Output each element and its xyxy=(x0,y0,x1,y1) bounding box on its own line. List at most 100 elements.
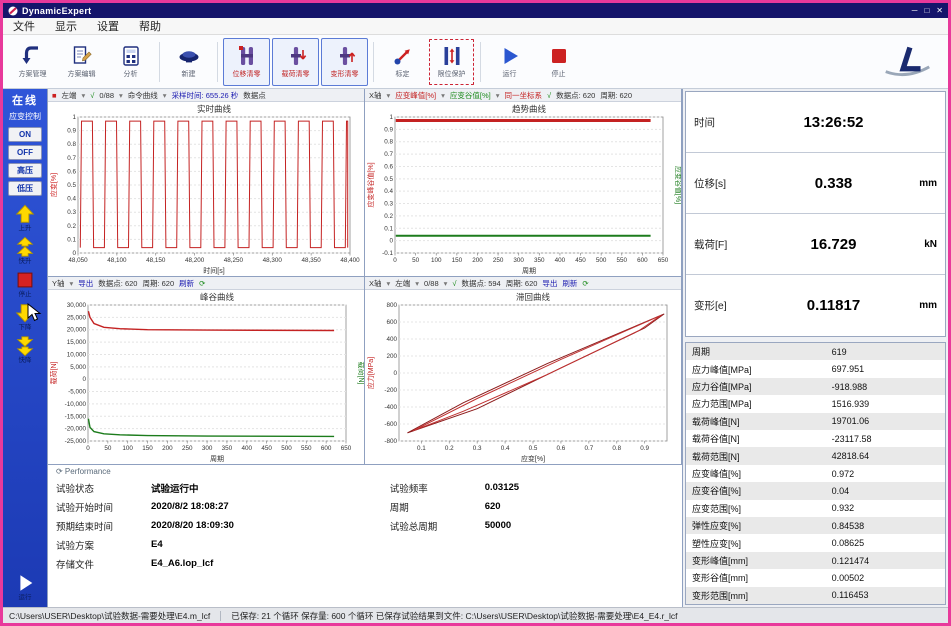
new-label: 新建 xyxy=(182,69,196,79)
strain-zero-button[interactable]: 变形清零 xyxy=(321,38,368,86)
jog-halt-button[interactable]: 停止 xyxy=(14,269,36,298)
menu-item-view[interactable]: 显示 xyxy=(55,18,77,34)
scheme-manage-icon xyxy=(21,44,45,68)
close-button[interactable]: ✕ xyxy=(936,6,943,15)
perf-label: 试验状态 xyxy=(56,481,151,495)
jog-start-button[interactable]: 运行 xyxy=(14,572,36,601)
calibrate-button[interactable]: 标定 xyxy=(379,38,426,86)
chart-realtime-header-item[interactable]: 命令曲线 xyxy=(128,90,158,101)
sidebar-button-hp[interactable]: 高压 xyxy=(8,163,42,178)
result-row: 变形谷值[mm]0.00502 xyxy=(686,569,945,586)
stop-button[interactable]: 停止 xyxy=(535,38,582,86)
limit-protect-button[interactable]: 限位保护 xyxy=(428,38,475,86)
performance-header: ⟳ Performance xyxy=(56,467,674,476)
chart-hysteresis-header-item[interactable]: ▾ xyxy=(387,279,391,288)
disp-zero-label: 位移清零 xyxy=(233,69,261,79)
strain-zero-icon xyxy=(333,44,357,68)
chart-trend-header-item[interactable]: X轴 xyxy=(369,90,382,101)
perf-value: E4_A6.lop_lcf xyxy=(151,558,213,569)
scheme-edit-button[interactable]: 方案编辑 xyxy=(58,38,105,86)
chart-hysteresis-header-item[interactable]: 刷新 xyxy=(562,278,577,289)
svg-text:-400: -400 xyxy=(384,404,397,411)
perf-label: 预期结束时间 xyxy=(56,519,151,533)
result-row: 载荷峰值[N]19701.06 xyxy=(686,413,945,430)
result-name: 载荷范围[N] xyxy=(692,450,832,463)
menu-item-settings[interactable]: 设置 xyxy=(97,18,119,34)
disp-zero-button[interactable]: 位移清零 xyxy=(223,38,270,86)
chart-hysteresis-header-item[interactable]: 左端 xyxy=(395,278,410,289)
chart-hysteresis-header-item[interactable]: X轴 xyxy=(369,278,382,289)
jog-up-fast-button[interactable]: 快升 xyxy=(14,236,36,265)
chart-trend: X轴▾应变峰值[%]▾应变谷值[%]▾同一坐标系√数据点: 620周期: 620… xyxy=(365,89,682,277)
svg-text:0.3: 0.3 xyxy=(384,201,393,208)
chart-realtime-header-item[interactable]: 0/88 xyxy=(99,91,114,100)
chart-trend-header-item[interactable]: ▾ xyxy=(441,91,445,100)
chart-realtime-header-item[interactable]: ▾ xyxy=(82,91,86,100)
svg-text:48,200: 48,200 xyxy=(185,257,205,264)
svg-text:1: 1 xyxy=(389,114,393,121)
chart-hysteresis-header-item[interactable]: 导出 xyxy=(542,278,557,289)
chart-trend-header-item[interactable]: 应变峰值[%] xyxy=(395,90,436,101)
svg-text:载荷[N]: 载荷[N] xyxy=(357,362,364,385)
run-button[interactable]: 运行 xyxy=(486,38,533,86)
result-value: 42818.64 xyxy=(832,451,939,461)
new-button[interactable]: 新建 xyxy=(165,38,212,86)
svg-text:0.8: 0.8 xyxy=(384,139,393,146)
result-row: 应力范围[MPa]1516.939 xyxy=(686,395,945,412)
down-fast-icon xyxy=(14,335,36,357)
chart-trend-header-item[interactable]: ▾ xyxy=(496,91,500,100)
result-name: 应力谷值[MPa] xyxy=(692,380,832,393)
result-value: 0.04 xyxy=(832,486,939,496)
jog-up-button[interactable]: 上升 xyxy=(14,203,36,232)
jog-down-fast-button[interactable]: 快降 xyxy=(14,335,36,364)
chart-peak-valley-plot: 30,00025,00020,00015,00010,0005,0000-5,0… xyxy=(48,290,364,464)
chart-peak-valley-header-item[interactable]: ⟳ xyxy=(199,279,205,288)
chart-realtime-plot: 00.10.20.30.40.50.60.70.80.9148,05048,10… xyxy=(48,102,364,276)
svg-text:应变峰谷值[%]: 应变峰谷值[%] xyxy=(366,162,375,207)
chart-realtime-header-item[interactable]: ▾ xyxy=(119,91,123,100)
svg-text:100: 100 xyxy=(431,257,442,264)
chart-trend-header-item[interactable]: √ xyxy=(547,91,551,100)
chart-trend-header-item[interactable]: 应变谷值[%] xyxy=(450,90,491,101)
svg-text:0: 0 xyxy=(389,238,393,245)
chart-hysteresis-header-item[interactable]: ▾ xyxy=(444,279,448,288)
svg-text:0.2: 0.2 xyxy=(384,213,393,220)
chart-hysteresis-header-item[interactable]: 0/88 xyxy=(424,279,439,288)
chart-hysteresis-header-item[interactable]: ⟳ xyxy=(582,279,588,288)
sidebar-button-lp[interactable]: 低压 xyxy=(8,181,42,196)
perf-value: 0.03125 xyxy=(485,482,519,493)
result-row: 载荷范围[N]42818.64 xyxy=(686,447,945,464)
minimize-button[interactable]: ─ xyxy=(912,6,918,15)
jog-start-label: 运行 xyxy=(19,594,32,601)
menu-item-file[interactable]: 文件 xyxy=(13,18,35,34)
chart-realtime-header-item[interactable]: ▾ xyxy=(163,91,167,100)
perf-label: 周期 xyxy=(390,500,485,514)
result-value: -23117.58 xyxy=(832,434,939,444)
limit-protect-label: 限位保护 xyxy=(438,69,466,79)
chart-trend-header-item[interactable]: ▾ xyxy=(387,91,391,100)
perf-value: 试验运行中 xyxy=(151,481,199,495)
live-readouts: 时间13:26:52位移[s]0.338mm载荷[F]16.729kN变形[e]… xyxy=(685,91,946,337)
chart-hysteresis-header-item[interactable]: √ xyxy=(452,279,456,288)
main-area: ■左端▾√0/88▾命令曲线▾采样时间: 655.26 秒数据点00.10.20… xyxy=(47,89,682,607)
chart-peak-valley-header-item[interactable]: 导出 xyxy=(78,278,93,289)
result-value: 0.08625 xyxy=(832,538,939,548)
chart-realtime-header-item[interactable]: √ xyxy=(90,91,94,100)
app-window: DynamicExpert ─□✕ 文件显示设置帮助 方案管理方案编辑分析新建位… xyxy=(0,0,951,626)
result-name: 周期 xyxy=(692,345,832,358)
svg-text:450: 450 xyxy=(261,445,272,452)
svg-text:-5,000: -5,000 xyxy=(68,389,86,396)
chart-peak-valley-header-item[interactable]: Y轴 xyxy=(52,278,65,289)
chart-realtime-header-item[interactable]: 左端 xyxy=(62,90,77,101)
chart-peak-valley-header-item[interactable]: 刷新 xyxy=(179,278,194,289)
sidebar-button-on[interactable]: ON xyxy=(8,127,42,142)
perf-row: 预期结束时间2020/8/20 18:09:30 xyxy=(56,516,390,535)
load-zero-button[interactable]: 载荷清零 xyxy=(272,38,319,86)
maximize-button[interactable]: □ xyxy=(924,6,929,15)
analyze-button[interactable]: 分析 xyxy=(107,38,154,86)
menu-item-help[interactable]: 帮助 xyxy=(139,18,161,34)
scheme-manage-button[interactable]: 方案管理 xyxy=(9,38,56,86)
chart-peak-valley-header-item[interactable]: ▾ xyxy=(70,279,74,288)
chart-hysteresis-header-item[interactable]: ▾ xyxy=(415,279,419,288)
sidebar-button-off[interactable]: OFF xyxy=(8,145,42,160)
